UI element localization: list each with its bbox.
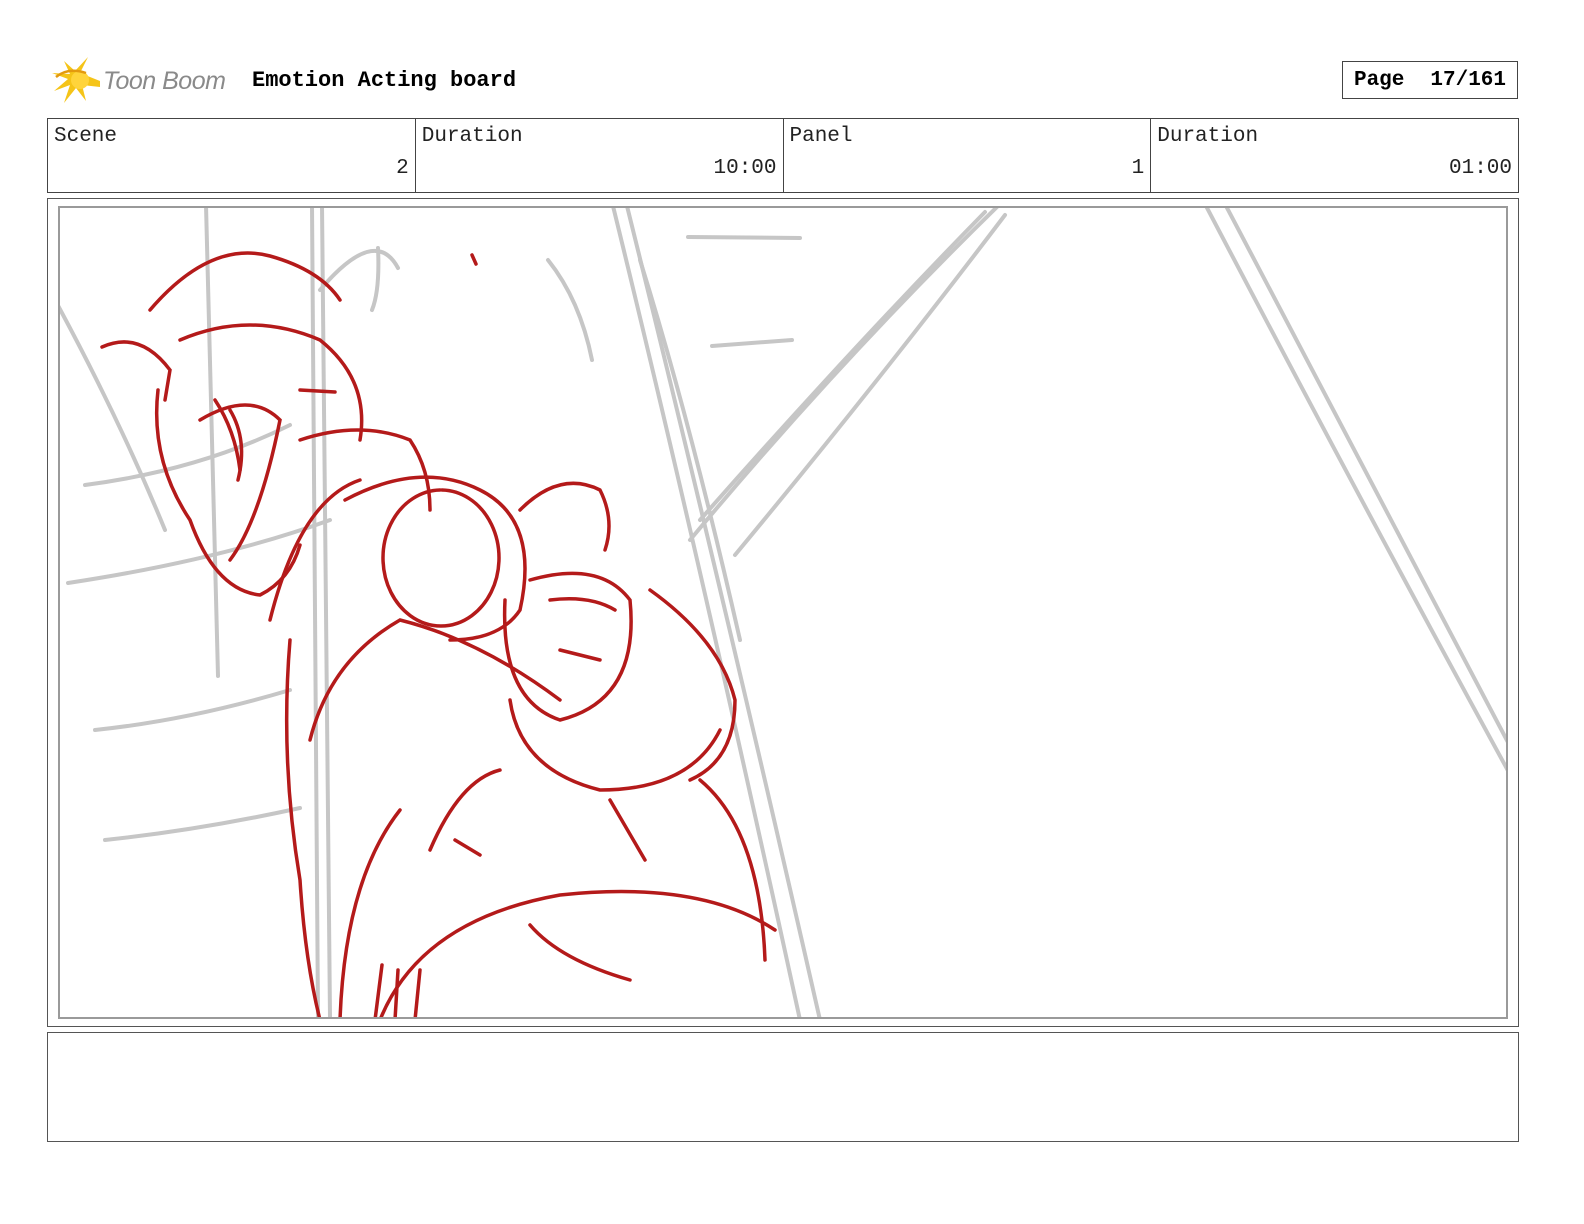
logo-text: Toon Boom [103, 67, 226, 95]
scene-duration-value: 10:00 [713, 157, 777, 180]
scene-cell: Scene 2 [48, 119, 416, 192]
panel-cell: Panel 1 [784, 119, 1152, 192]
page-indicator: Page 17/161 [1342, 61, 1518, 99]
panel-value: 1 [1131, 157, 1145, 180]
storyboard-sketch [60, 208, 1506, 1017]
scene-info-table: Scene 2 Duration 10:00 Panel 1 Duration … [47, 118, 1519, 193]
panel-duration-value: 01:00 [1448, 157, 1512, 180]
board-title: Emotion Acting board [252, 68, 517, 93]
board-header: Toon Boom Emotion Acting board Page 17/1… [50, 55, 1520, 107]
scene-label: Scene [54, 125, 118, 148]
panel-duration-label: Duration [1157, 125, 1259, 148]
character-sketch [100, 251, 777, 1017]
scene-value: 2 [396, 157, 409, 180]
starburst-icon [52, 57, 100, 103]
page-number: 17/161 [1430, 68, 1507, 92]
panel-notes [47, 1032, 1519, 1142]
toon-boom-logo: Toon Boom [50, 55, 240, 107]
scene-duration-cell: Duration 10:00 [416, 119, 784, 192]
page-label: Page [1353, 68, 1405, 92]
panel-label: Panel [789, 125, 853, 148]
scene-duration-label: Duration [421, 125, 523, 148]
panel-image [58, 206, 1508, 1019]
panel-duration-cell: Duration 01:00 [1151, 119, 1518, 192]
